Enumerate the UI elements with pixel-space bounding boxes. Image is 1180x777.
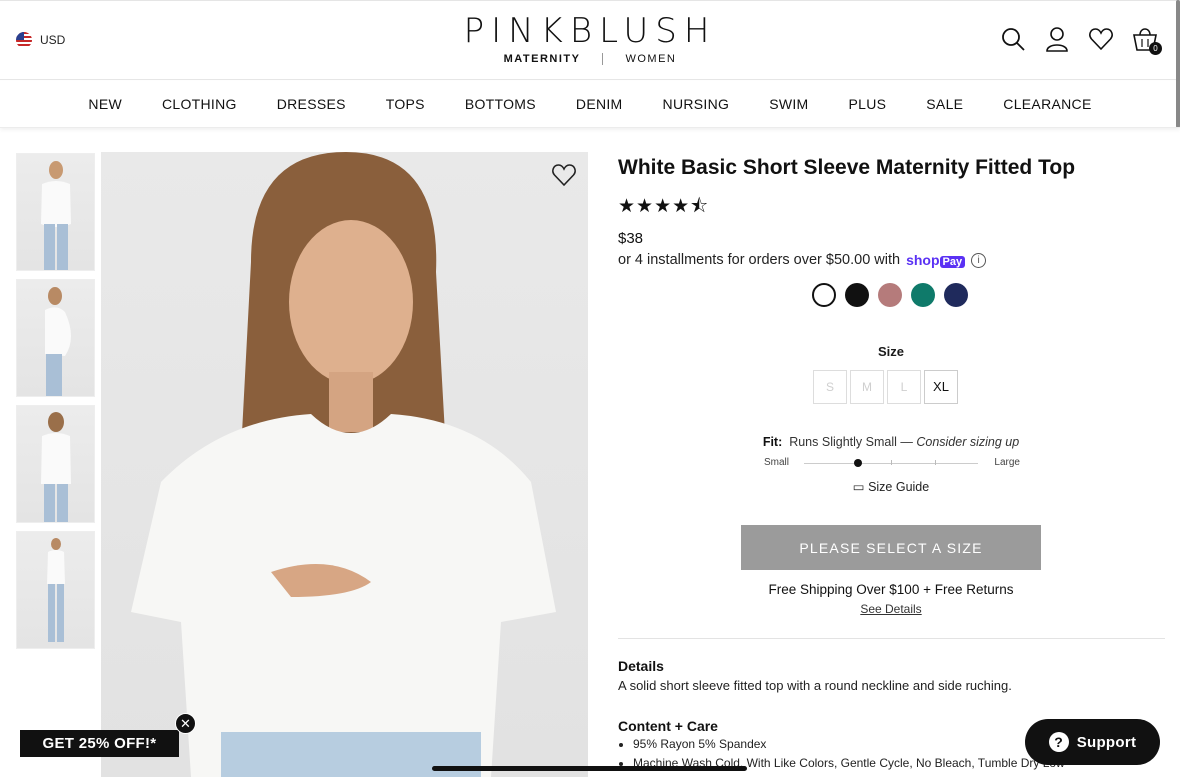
product-title: White Basic Short Sleeve Maternity Fitte… xyxy=(618,156,1076,179)
nav-dresses[interactable]: DRESSES xyxy=(277,96,346,112)
size-label: Size xyxy=(877,344,904,359)
thumbnail-full-body[interactable] xyxy=(16,531,95,649)
swatch-mauve[interactable] xyxy=(878,283,902,307)
swatch-white[interactable] xyxy=(812,283,836,307)
nav-bottoms[interactable]: BOTTOMS xyxy=(465,96,536,112)
installments-line: or 4 installments for orders over $50.00… xyxy=(618,252,1166,268)
size-guide-link[interactable]: ▭ Size Guide xyxy=(618,479,1164,494)
close-icon[interactable]: ✕ xyxy=(175,713,196,734)
fit-scale: Small Large xyxy=(764,455,1056,471)
help-icon: ? xyxy=(1048,732,1069,752)
heart-icon[interactable] xyxy=(1088,25,1114,53)
details-text: A solid short sleeve fitted top with a r… xyxy=(618,678,1012,693)
size-guide-label: Size Guide xyxy=(868,480,930,494)
fit-tick xyxy=(891,460,892,465)
brand-women-link[interactable]: WOMEN xyxy=(625,53,676,65)
brand-maternity-link[interactable]: MATERNITY xyxy=(504,53,581,65)
cart-icon[interactable]: 0 xyxy=(1132,25,1162,55)
swatch-navy[interactable] xyxy=(944,283,968,307)
section-divider xyxy=(618,638,1165,639)
rating-stars[interactable]: ★★★★⯪ xyxy=(618,192,1166,224)
home-indicator xyxy=(432,766,747,771)
see-details-link[interactable]: See Details xyxy=(618,602,1164,616)
brand-divider xyxy=(602,53,604,65)
nav-plus[interactable]: PLUS xyxy=(849,96,887,112)
details-heading[interactable]: Details xyxy=(618,658,664,674)
fit-small-label: Small xyxy=(764,457,790,468)
add-to-bag-button[interactable]: PLEASE SELECT A SIZE xyxy=(741,525,1041,570)
size-m[interactable]: M xyxy=(850,370,884,404)
shoppay-logo[interactable]: shop Pay xyxy=(906,252,966,268)
shoppay-shop: shop xyxy=(906,252,940,268)
installments-text: or 4 installments for orders over $50.00… xyxy=(618,252,901,268)
fit-indicator xyxy=(853,459,862,467)
fit-label: Fit: xyxy=(762,435,783,449)
promo-banner[interactable]: GET 25% OFF!* xyxy=(20,730,179,757)
nav-nursing[interactable]: NURSING xyxy=(663,96,730,112)
nav-sale[interactable]: SALE xyxy=(926,96,963,112)
site-header: USD PINKBLUSH MATERNITY WOMEN 0 xyxy=(0,0,1180,80)
nav-denim[interactable]: DENIM xyxy=(576,96,623,112)
color-swatches xyxy=(812,283,968,307)
size-s[interactable]: S xyxy=(813,370,847,404)
search-icon[interactable] xyxy=(1000,25,1026,53)
thumbnail-back[interactable] xyxy=(16,405,95,523)
nav-new[interactable]: NEW xyxy=(88,96,122,112)
nav-clearance[interactable]: CLEARANCE xyxy=(1003,96,1091,112)
swatch-black[interactable] xyxy=(845,283,869,307)
fit-text: Runs Slightly Small — xyxy=(789,435,913,449)
nav-tops[interactable]: TOPS xyxy=(386,96,425,112)
support-label: Support xyxy=(1076,733,1137,751)
product-main-image[interactable] xyxy=(101,152,588,777)
account-icon[interactable] xyxy=(1044,25,1070,53)
thumbnail-front[interactable] xyxy=(16,153,95,271)
shipping-info: Free Shipping Over $100 + Free Returns xyxy=(768,582,1014,597)
shoppay-pay: Pay xyxy=(939,256,966,268)
product-price: $38 xyxy=(618,230,644,247)
fit-info: Fit: Runs Slightly Small — Consider sizi… xyxy=(618,435,1164,449)
thumbnail-side[interactable] xyxy=(16,279,95,397)
fit-advice: Consider sizing up xyxy=(916,435,1020,449)
thumbnail-list xyxy=(16,153,95,657)
swatch-teal[interactable] xyxy=(911,283,935,307)
size-xl[interactable]: XL xyxy=(924,370,958,404)
fit-large-label: Large xyxy=(994,457,1020,468)
fit-tick xyxy=(935,460,936,465)
nav-clothing[interactable]: CLOTHING xyxy=(162,96,237,112)
info-icon[interactable]: i xyxy=(971,252,987,268)
size-l[interactable]: L xyxy=(887,370,921,404)
size-options: S M L XL xyxy=(813,370,958,404)
product-info: White Basic Short Sleeve Maternity Fitte… xyxy=(618,152,1166,268)
care-item: 95% Rayon 5% Spandex xyxy=(633,737,1065,751)
wishlist-heart-icon[interactable] xyxy=(550,161,578,189)
ruler-icon: ▭ xyxy=(852,480,865,494)
cart-count-badge: 0 xyxy=(1149,42,1162,55)
nav-swim[interactable]: SWIM xyxy=(769,96,808,112)
main-nav: NEW CLOTHING DRESSES TOPS BOTTOMS DENIM … xyxy=(0,81,1180,128)
care-heading[interactable]: Content + Care xyxy=(618,718,718,734)
support-button[interactable]: ? Support xyxy=(1025,719,1160,765)
